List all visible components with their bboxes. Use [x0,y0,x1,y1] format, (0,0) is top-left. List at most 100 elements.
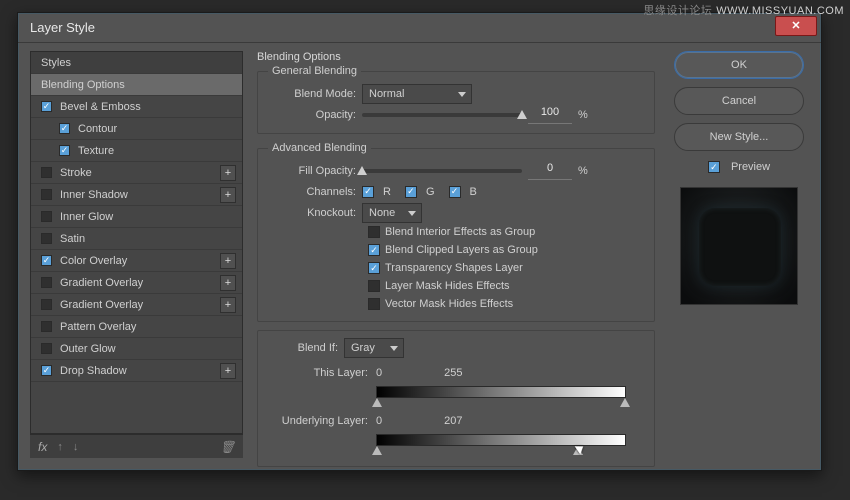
style-item-gradient-overlay[interactable]: Gradient Overlay+ [31,272,242,294]
opacity-slider[interactable] [362,113,522,117]
gradient-stop-icon[interactable] [372,446,382,455]
option-label: Blend Interior Effects as Group [385,226,535,238]
blend-if-select[interactable]: Gray [344,338,404,358]
blend-if-value: Gray [351,342,375,354]
list-item-label: Pattern Overlay [60,321,136,333]
blend-mode-label: Blend Mode: [268,88,356,100]
new-style-button[interactable]: New Style... [674,123,804,151]
style-item-inner-glow[interactable]: Inner Glow [31,206,242,228]
style-item-stroke[interactable]: Stroke+ [31,162,242,184]
this-layer-label: This Layer: [268,367,368,379]
list-item-label: Inner Shadow [60,189,128,201]
blend-interior-checkbox[interactable] [368,226,380,238]
fx-icon[interactable]: fx [38,440,47,454]
channel-b-checkbox[interactable] [449,186,461,198]
list-item-label: Color Overlay [60,255,127,267]
percent-label: % [578,109,588,121]
checkbox-icon[interactable] [59,145,70,156]
channel-r-checkbox[interactable] [362,186,374,198]
blend-if-group: Blend If: Gray This Layer: 0 255 Underly… [257,330,655,467]
checkbox-icon[interactable] [41,299,52,310]
underlying-label: Underlying Layer: [268,415,368,427]
list-item-label: Gradient Overlay [60,299,143,311]
preview-thumbnail [680,187,798,305]
button-label: New Style... [710,131,769,143]
options-panel: Blending Options General Blending Blend … [257,51,655,458]
style-item-satin[interactable]: Satin [31,228,242,250]
style-item-bevel-emboss[interactable]: Bevel & Emboss [31,96,242,118]
channel-g-checkbox[interactable] [405,186,417,198]
preview-checkbox[interactable] [708,161,720,173]
fill-opacity-slider[interactable] [362,169,522,173]
underlying-gradient[interactable] [376,434,626,446]
checkbox-icon[interactable] [41,101,52,112]
checkbox-icon[interactable] [41,321,52,332]
add-icon[interactable]: + [220,297,236,313]
style-item-outer-glow[interactable]: Outer Glow [31,338,242,360]
button-label: Cancel [722,95,756,107]
add-icon[interactable]: + [220,275,236,291]
style-item-texture[interactable]: Texture [31,140,242,162]
panel-heading: Blending Options [257,51,655,63]
fill-opacity-value[interactable]: 0 [528,162,572,180]
move-down-icon[interactable]: ↓ [73,441,79,453]
list-item-label: Drop Shadow [60,365,127,377]
styles-header[interactable]: Styles [31,52,242,74]
gradient-stop-icon[interactable] [573,446,583,455]
vector-mask-hides-checkbox[interactable] [368,298,380,310]
checkbox-icon[interactable] [41,189,52,200]
move-up-icon[interactable]: ↑ [57,441,63,453]
underlying-high: 207 [444,415,462,427]
style-item-inner-shadow[interactable]: Inner Shadow + [31,184,242,206]
checkbox-icon[interactable] [41,233,52,244]
checkbox-icon[interactable] [41,365,52,376]
gradient-stop-icon[interactable] [372,398,382,407]
style-item-blending-options[interactable]: Blending Options [31,74,242,96]
action-panel: OK Cancel New Style... Preview [669,51,809,458]
checkbox-icon[interactable] [41,211,52,222]
layer-mask-hides-checkbox[interactable] [368,280,380,292]
preview-toggle[interactable]: Preview [708,161,770,173]
knockout-select[interactable]: None [362,203,422,223]
fill-opacity-label: Fill Opacity: [268,165,356,177]
checkbox-icon[interactable] [59,123,70,134]
styles-panel: Styles Blending Options Bevel & Emboss C… [30,51,243,458]
list-item-label: Texture [78,145,114,157]
option-label: Blend Clipped Layers as Group [385,244,538,256]
advanced-blending-group: Advanced Blending Fill Opacity: 0 % Chan… [257,142,655,322]
checkbox-icon[interactable] [41,167,52,178]
gradient-stop-icon[interactable] [620,398,630,407]
watermark: 思缘设计论坛 WWW.MISSYUAN.COM [637,0,850,20]
trash-icon[interactable]: 🗑 [220,440,235,454]
slider-handle-icon[interactable] [517,110,527,119]
list-item-label: Blending Options [41,79,125,91]
blend-mode-select[interactable]: Normal [362,84,472,104]
this-layer-gradient[interactable] [376,386,626,398]
opacity-value[interactable]: 100 [528,106,572,124]
transparency-shapes-checkbox[interactable] [368,262,380,274]
dialog-title: Layer Style [30,20,95,35]
style-item-contour[interactable]: Contour [31,118,242,140]
style-item-gradient-overlay-2[interactable]: Gradient Overlay + [31,294,242,316]
knockout-value: None [369,207,395,219]
blend-clipped-checkbox[interactable] [368,244,380,256]
checkbox-icon[interactable] [41,343,52,354]
add-icon[interactable]: + [220,165,236,181]
styles-list: Styles Blending Options Bevel & Emboss C… [30,51,243,434]
this-layer-low: 0 [376,367,382,379]
list-item-label: Bevel & Emboss [60,101,141,113]
checkbox-icon[interactable] [41,277,52,288]
ok-button[interactable]: OK [674,51,804,79]
checkbox-icon[interactable] [41,255,52,266]
slider-handle-icon[interactable] [357,166,367,175]
add-icon[interactable]: + [220,187,236,203]
style-item-drop-shadow[interactable]: Drop Shadow + [31,360,242,382]
style-item-color-overlay[interactable]: Color Overlay + [31,250,242,272]
style-item-pattern-overlay[interactable]: Pattern Overlay [31,316,242,338]
list-item-label: Outer Glow [60,343,116,355]
add-icon[interactable]: + [220,363,236,379]
option-label: Layer Mask Hides Effects [385,280,510,292]
cancel-button[interactable]: Cancel [674,87,804,115]
watermark-left: 思缘设计论坛 [643,5,712,17]
add-icon[interactable]: + [220,253,236,269]
